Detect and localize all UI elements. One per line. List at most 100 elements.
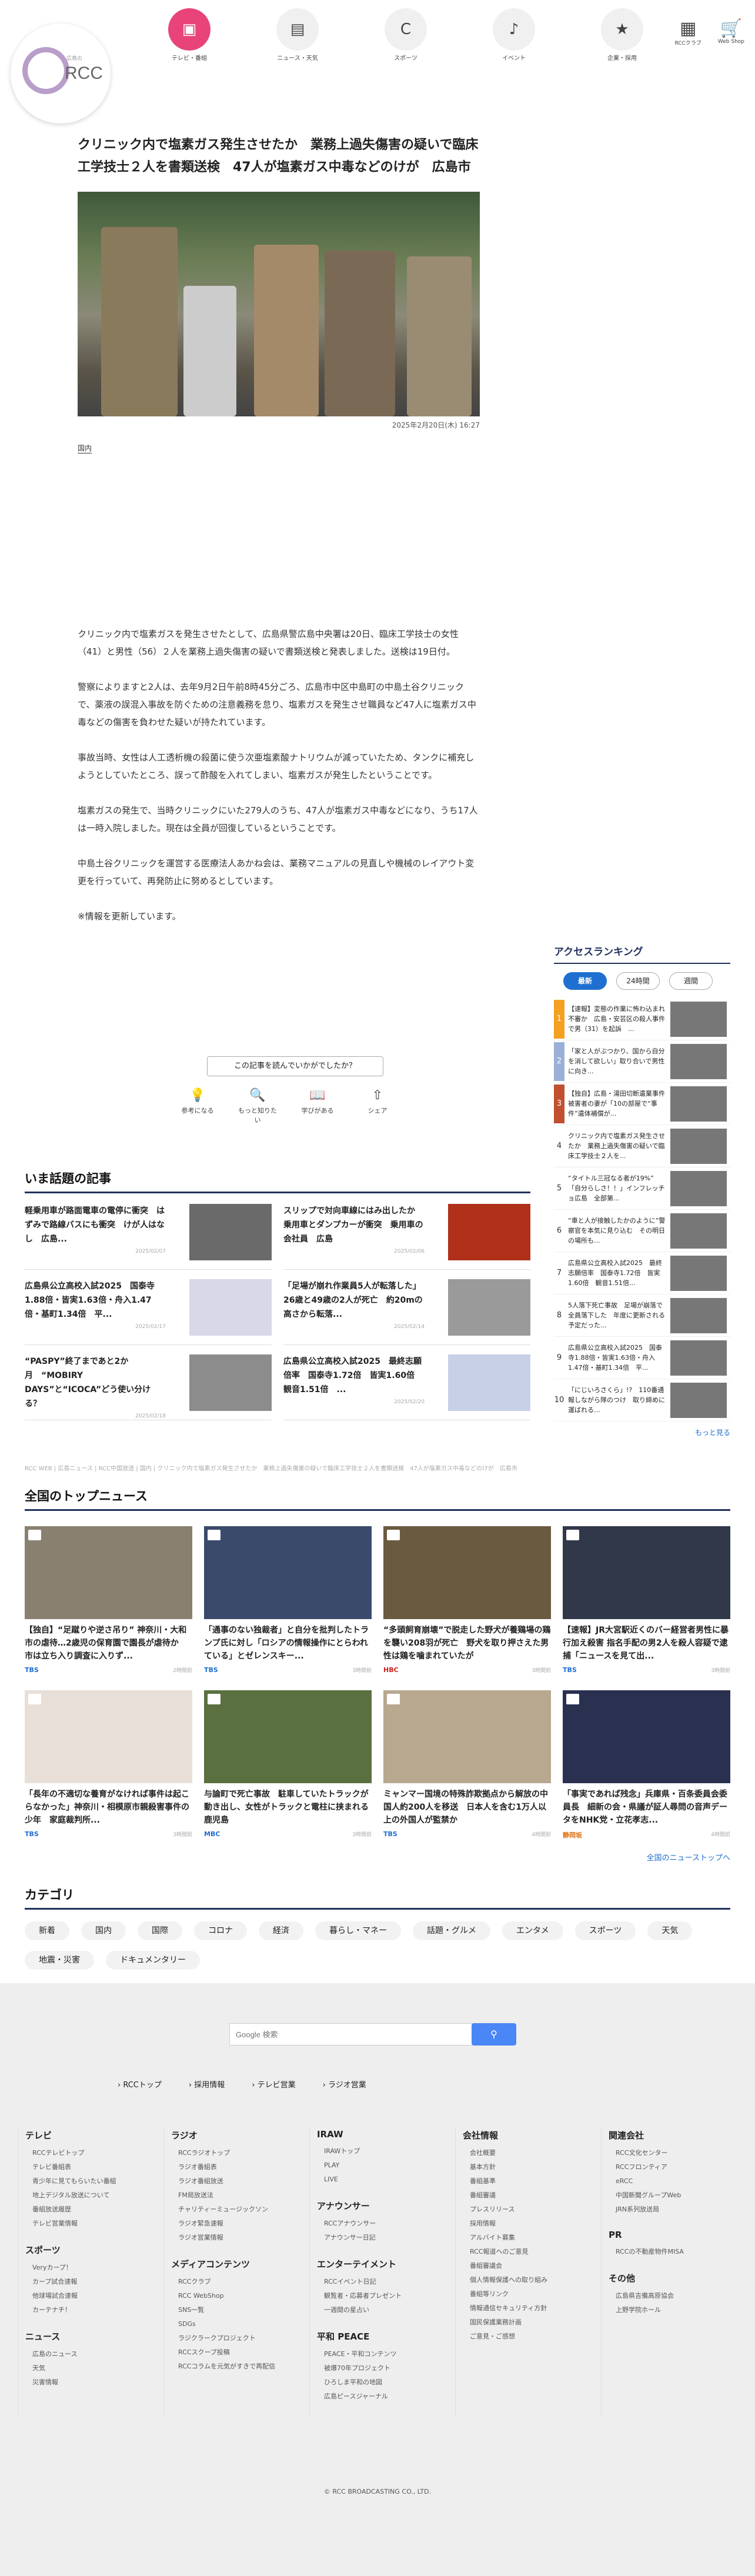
footer-link[interactable]: › テレビ営業 (252, 2078, 295, 2090)
top-news-item[interactable]: “多頭飼育崩壊”で脱走した野犬が養鶏場の鶏を襲い208羽が死亡 野犬を取り押さえ… (383, 1526, 551, 1674)
ranking-item[interactable]: 8 5人落下死亡事故 足場が崩落で全員落下した 年度に更新される予定だった... (554, 1294, 730, 1337)
reaction-button-1[interactable]: 🔍 もっと知りたい (236, 1086, 279, 1125)
category-chip[interactable]: 経済 (259, 1921, 303, 1940)
top-news-item[interactable]: 【速報】JR大宮駅近くのバー経営者男性に暴行加え殺害 指名手配の男2人を殺人容疑… (563, 1526, 730, 1674)
footer-link-item[interactable]: 広島県吉備高原協会 (609, 2289, 747, 2303)
ranking-tab-2[interactable]: 週間 (669, 972, 713, 990)
footer-link[interactable]: › ラジオ営業 (323, 2078, 366, 2090)
top-news-item[interactable]: 【独自】“足蹴りや逆さ吊り” 神奈川・大和市の虐待…2歳児の保育園で園長が虐待か… (25, 1526, 192, 1674)
category-chip[interactable]: 天気 (647, 1921, 693, 1940)
footer-link-item[interactable]: RCCコラムを元気がすきで再配信 (171, 2360, 309, 2374)
footer-link-item[interactable]: 地上デジタル放送について (25, 2188, 163, 2203)
util-item-1[interactable]: 🛒 Web Shop (718, 19, 744, 46)
nav-item-2[interactable]: C スポーツ (352, 8, 460, 62)
ranking-more-link[interactable]: もっと見る (554, 1427, 730, 1437)
footer-link-item[interactable]: 一週間の星占い (317, 2303, 455, 2317)
footer-link-item[interactable]: 災害情報 (25, 2375, 163, 2390)
footer-link-item[interactable]: RCC報道へのご意見 (463, 2245, 601, 2259)
footer-link-item[interactable]: ラジオ営業情報 (171, 2231, 309, 2245)
footer-link-item[interactable]: 他球場試合速報 (25, 2289, 163, 2303)
ranking-item[interactable]: 7 広島県公立高校入試2025 最終志願倍率 国泰寺1.72倍 皆実1.60倍 観… (554, 1252, 730, 1294)
breadcrumb[interactable]: RCC WEB | 広島ニュース | RCC中国放送 | 国内 | クリニック内… (25, 1463, 517, 1472)
footer-link-item[interactable]: アルバイト募集 (463, 2231, 601, 2245)
top-news-item[interactable]: 「長年の不適切な養育がなければ事件は起こらなかった」神奈川・相模原市親殺害事件の… (25, 1690, 192, 1840)
footer-link-item[interactable]: 青少年に見てもらいたい番組 (25, 2174, 163, 2188)
footer-link-item[interactable]: カーテナチ！ (25, 2303, 163, 2317)
footer-link-item[interactable]: IRAWトップ (317, 2144, 455, 2158)
footer-link-item[interactable]: アナウンサー日記 (317, 2231, 455, 2245)
trending-item[interactable]: 「足場が崩れ作業員5人が転落した」26歳と49歳の2人が死亡 約20mの高さから… (283, 1279, 530, 1345)
footer-link-item[interactable]: RCCラジオトップ (171, 2146, 309, 2160)
trending-item[interactable]: 広島県公立高校入試2025 最終志願倍率 国泰寺1.72倍 皆実1.60倍 観音… (283, 1354, 530, 1420)
footer-link-item[interactable]: 国民保護業務計画 (463, 2315, 601, 2330)
footer-link-item[interactable]: PEACE・平和コンテンツ (317, 2347, 455, 2361)
article-category[interactable]: 国内 (78, 443, 92, 453)
footer-link-item[interactable]: eRCC (609, 2174, 747, 2188)
reaction-button-0[interactable]: 💡 参考になる (176, 1086, 219, 1125)
footer-link-item[interactable]: SDGs (171, 2317, 309, 2331)
footer-link-item[interactable]: 被爆70年プロジェクト (317, 2361, 455, 2375)
footer-link-item[interactable]: RCCイベント日記 (317, 2275, 455, 2289)
rcc-logo[interactable]: 広島の RCC (11, 24, 111, 124)
footer-link-item[interactable]: テレビ営業情報 (25, 2217, 163, 2231)
footer-link-item[interactable]: 個人情報保護への取り組み (463, 2273, 601, 2287)
footer-link-item[interactable]: RCC文化センター (609, 2146, 747, 2160)
top-news-item[interactable]: ミャンマー国境の特殊詐欺拠点から解放の中国人約200人を移送 日本人を含む1万人… (383, 1690, 551, 1840)
trending-item[interactable]: スリップで対向車線にはみ出したか 乗用車とダンプカーが衝突 乗用車の会社員 広島… (283, 1204, 530, 1270)
footer-link-item[interactable]: RCCスクープ投稿 (171, 2345, 309, 2360)
search-input[interactable] (229, 2023, 476, 2046)
category-chip[interactable]: コロナ (194, 1921, 247, 1940)
footer-link-item[interactable]: RCCフロンティア (609, 2160, 747, 2174)
footer-link-item[interactable]: 番組基準 (463, 2174, 601, 2188)
footer-link-item[interactable]: 基本方針 (463, 2160, 601, 2174)
footer-link-item[interactable]: SNS一覧 (171, 2303, 309, 2317)
ranking-item[interactable]: 10 「にじいろさくら」!? 110番通報しながら隊のつけ 取り締めに運ばれる..… (554, 1379, 730, 1422)
trending-item[interactable]: 軽乗用車が路面電車の電停に衝突 はずみで路線バスにも衝突 けが人はなし 広島..… (25, 1204, 272, 1270)
footer-link-item[interactable]: 会社概要 (463, 2146, 601, 2160)
top-news-item[interactable]: 「事実であれば残念」兵庫県・百条委員会委員長 細新の会・県議が証人尋問の音声デー… (563, 1690, 730, 1840)
footer-link-item[interactable]: 上野学院ホール (609, 2303, 747, 2317)
footer-link-item[interactable]: 中国新聞グループWeb (609, 2188, 747, 2203)
footer-link[interactable]: › 採用情報 (189, 2078, 225, 2090)
footer-link-item[interactable]: 番組等リンク (463, 2287, 601, 2301)
footer-link-item[interactable]: テレビ番組表 (25, 2160, 163, 2174)
nav-item-1[interactable]: ▤ ニュース・天気 (243, 8, 352, 62)
ranking-item[interactable]: 5 “タイトル三冠なる者が19%” 「自分らしさ！！」インフレッチョ広島 全部第.… (554, 1167, 730, 1210)
category-chip[interactable]: 暮らし・マネー (315, 1921, 401, 1940)
footer-link-item[interactable]: RCCクラブ (171, 2275, 309, 2289)
trending-item[interactable]: “PASPY”終了まであと2か月 “MOBIRY DAYS”と“ICOCA”どう… (25, 1354, 272, 1420)
footer-link-item[interactable]: 情報通信セキュリティ方針 (463, 2301, 601, 2315)
footer-link-item[interactable]: ラジオ番組表 (171, 2160, 309, 2174)
footer-link-item[interactable]: FM局放送法 (171, 2188, 309, 2203)
footer-link-item[interactable]: JRN系列放送局 (609, 2203, 747, 2217)
search-button[interactable]: ⚲ (472, 2023, 516, 2046)
top-news-item[interactable]: 「通事のない独裁者」と自分を批判したトランプ氏に対し「ロシアの情報操作にとらわれ… (204, 1526, 372, 1674)
footer-link-item[interactable]: LIVE (317, 2173, 455, 2187)
footer-link-item[interactable]: 天気 (25, 2361, 163, 2375)
nav-item-4[interactable]: ★ 企業・採用 (568, 8, 676, 62)
ranking-tab-0[interactable]: 最新 (563, 972, 607, 990)
category-chip[interactable]: 国際 (138, 1921, 182, 1940)
ranking-item[interactable]: 9 広島県公立高校入試2025 国泰寺1.88倍・皆実1.63倍・舟入1.47倍・… (554, 1337, 730, 1379)
ranking-tab-1[interactable]: 24時間 (616, 972, 660, 990)
footer-link-item[interactable]: プレスリリース (463, 2203, 601, 2217)
reaction-button-2[interactable]: 📖 学びがある (296, 1086, 339, 1125)
ranking-item[interactable]: 3 【独自】広島・湯田切断遺棄事件 被害者の妻が「10の部屋で“事件”遺体補償が.… (554, 1083, 730, 1125)
category-chip[interactable]: ドキュメンタリー (106, 1951, 200, 1970)
ranking-item[interactable]: 1 【速報】変態の作業に怖わ込まれ不審か 広島・安芸区の殺人事件で男（31）を起訴… (554, 998, 730, 1040)
category-chip[interactable]: 新着 (25, 1921, 69, 1940)
footer-link-item[interactable]: カープ試合速報 (25, 2275, 163, 2289)
footer-link-item[interactable]: 採用情報 (463, 2217, 601, 2231)
footer-link-item[interactable]: RCCアナウンサー (317, 2217, 455, 2231)
ranking-item[interactable]: 4 クリニック内で塩素ガス発生させたか 業務上過失傷害の疑いで臨床工学技士２人を.… (554, 1125, 730, 1167)
ranking-item[interactable]: 6 “車と人が接触したかのように”警察官を本気に見り込む その明日の場所も... (554, 1210, 730, 1252)
category-chip[interactable]: 話題・グルメ (413, 1921, 490, 1940)
trending-item[interactable]: 広島県公立高校入試2025 国泰寺1.88倍・皆実1.63倍・舟入1.47倍・基… (25, 1279, 272, 1345)
category-chip[interactable]: 国内 (81, 1921, 126, 1940)
footer-link-item[interactable]: 広島のニュース (25, 2347, 163, 2361)
footer-link-item[interactable]: RCCの不動産物件MISA (609, 2245, 747, 2259)
ranking-item[interactable]: 2 「家と人がぶつかり、国から自分を消して欲しい」取り合いで男性に向き... (554, 1040, 730, 1083)
footer-link-item[interactable]: ラジクラークプロジェクト (171, 2331, 309, 2345)
footer-link-item[interactable]: 番組放送履歴 (25, 2203, 163, 2217)
footer-link-item[interactable]: チャリティーミュージックソン (171, 2203, 309, 2217)
